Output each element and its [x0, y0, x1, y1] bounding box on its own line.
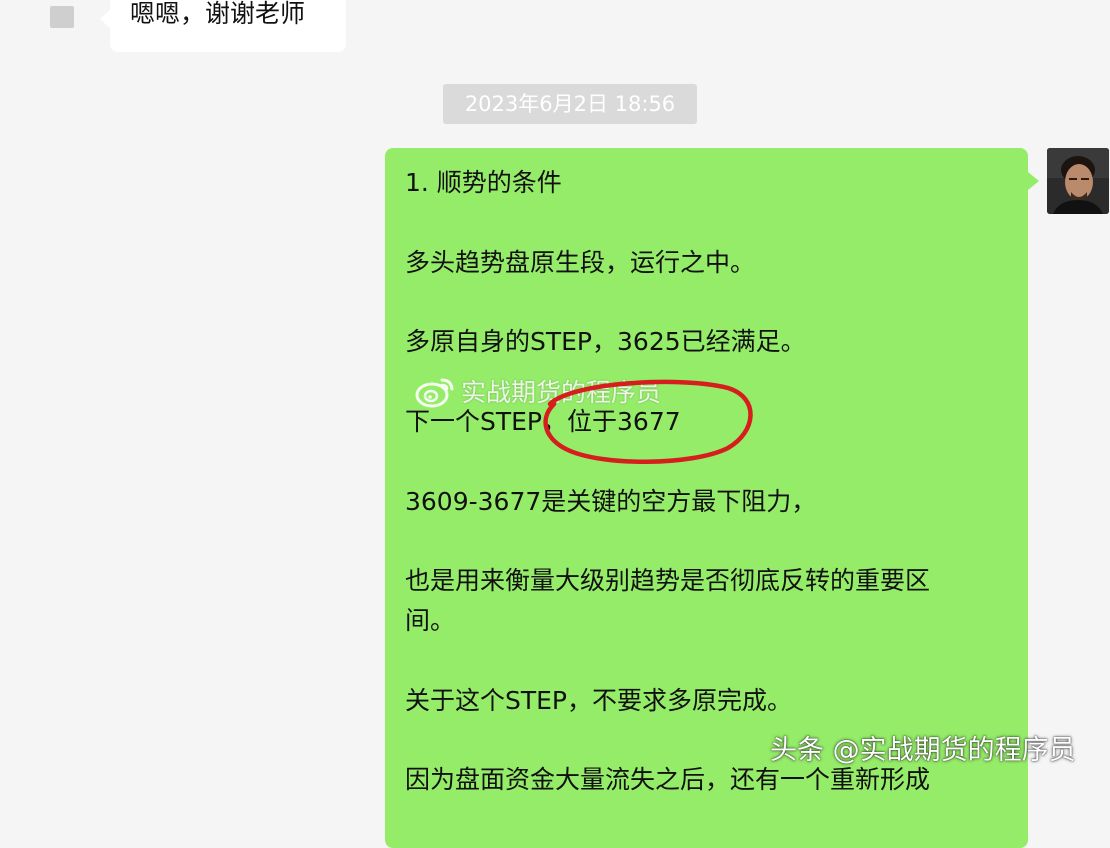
message-line: 多头趋势盘原生段，运行之中。: [405, 248, 756, 277]
toutiao-watermark: 头条 @实战期货的程序员: [770, 735, 1076, 766]
incoming-message-text: 嗯嗯，谢谢老师: [130, 0, 306, 28]
message-line: 因为盘面资金大量流失之后，还有一个重新形成: [405, 765, 931, 794]
user-avatar-image: [1047, 148, 1109, 214]
message-line: 间。: [405, 606, 456, 635]
message-line: 关于这个STEP，不要求多原完成。: [405, 686, 793, 715]
message-line: 3609-3677是关键的空方最下阻力，: [405, 487, 817, 516]
contact-avatar[interactable]: [50, 6, 74, 28]
message-timestamp: 2023年6月2日 18:56: [443, 84, 697, 124]
message-line: 多原自身的STEP，3625已经满足。: [405, 327, 806, 356]
user-avatar[interactable]: [1047, 148, 1109, 214]
incoming-message-bubble[interactable]: 嗯嗯，谢谢老师: [100, 0, 346, 52]
message-line: 也是用来衡量大级别趋势是否彻底反转的重要区: [405, 566, 931, 595]
message-line: 下一个STEP，位于3677: [405, 407, 681, 436]
message-line: 1. 顺势的条件: [405, 168, 562, 197]
